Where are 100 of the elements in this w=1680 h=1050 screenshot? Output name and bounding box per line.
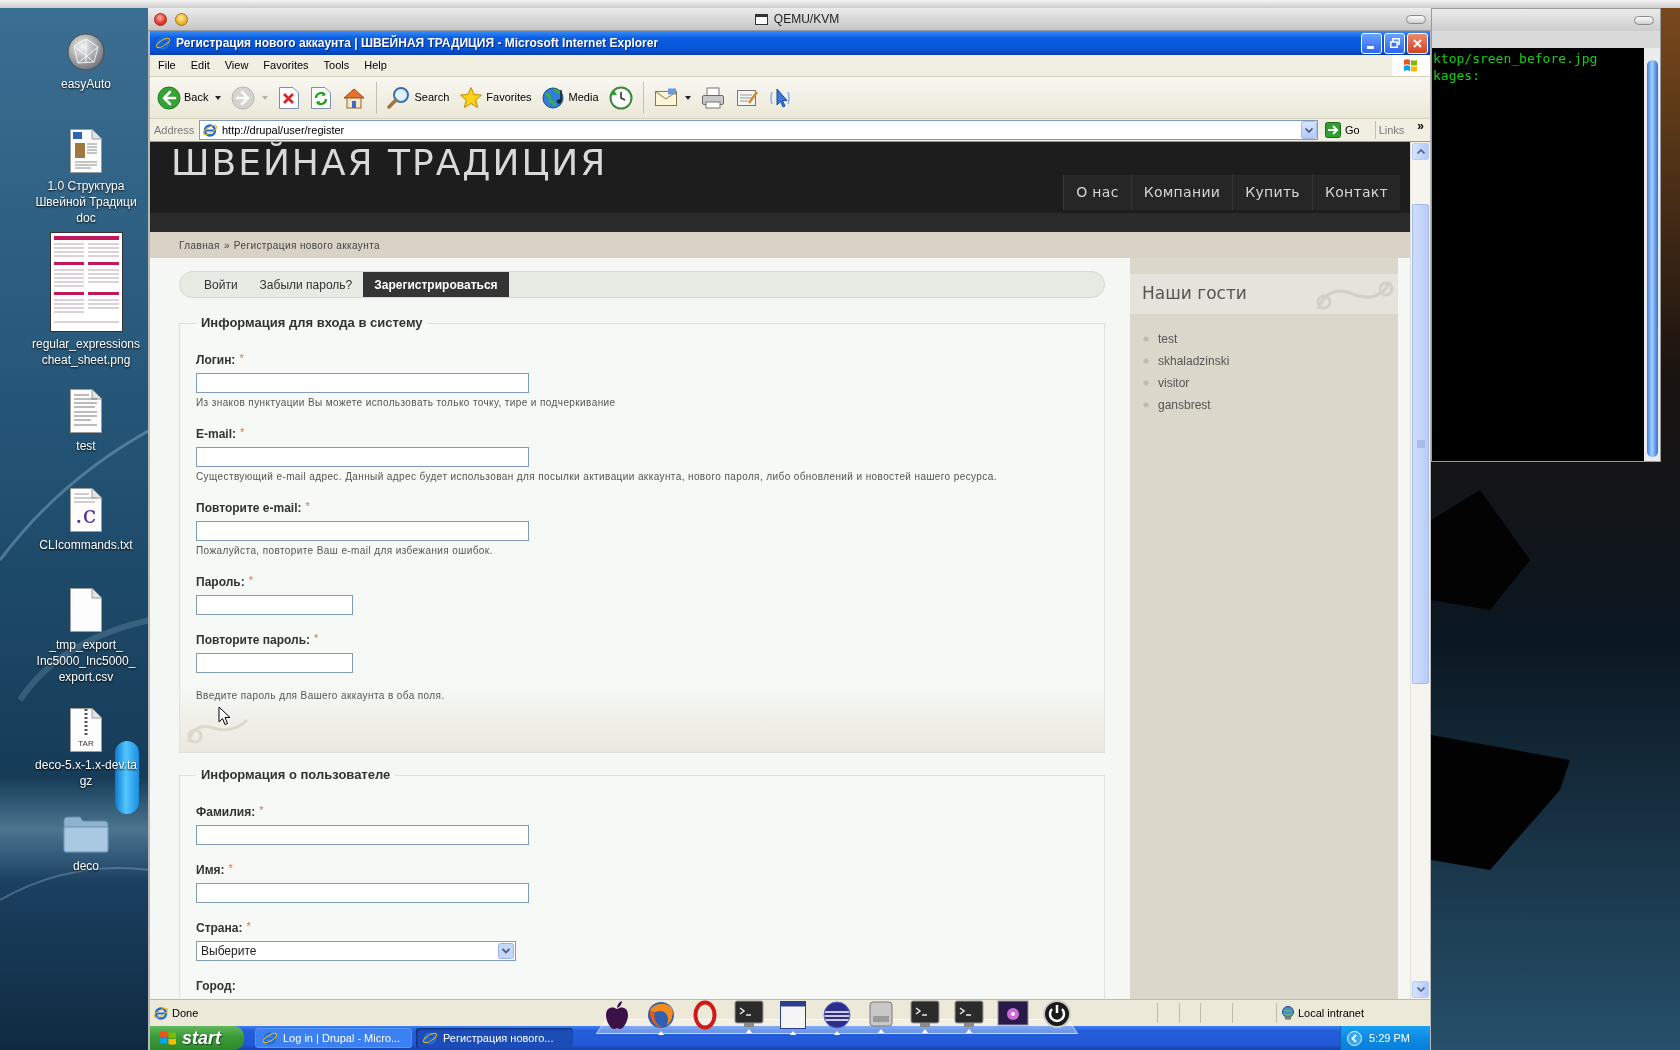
text-field[interactable]	[196, 373, 529, 393]
window-icon[interactable]	[778, 1000, 808, 1030]
tab[interactable]: Войти	[193, 272, 249, 297]
window-title: QEMU/KVM	[773, 11, 840, 28]
taskbar-button[interactable]: Log in | Drupal - Micro...	[255, 1028, 412, 1048]
user-link[interactable]: test	[1158, 330, 1178, 348]
close-button[interactable]	[154, 12, 167, 26]
status-text: Done	[172, 1005, 199, 1021]
menu-item[interactable]: Edit	[190, 57, 210, 74]
field-label: Имя:	[196, 862, 225, 878]
chevron-left-icon[interactable]	[1347, 1030, 1362, 1046]
field-label: Город:	[196, 978, 236, 994]
menu-item[interactable]: Tools	[323, 57, 350, 74]
field-label: Повторите пароль:	[196, 632, 311, 648]
menu-item[interactable]: File	[158, 57, 176, 74]
restore-icon	[1389, 38, 1400, 48]
flag-icon	[159, 1030, 177, 1046]
terminal-icon[interactable]	[910, 1000, 940, 1028]
user-link[interactable]: skhaladzinski	[1158, 352, 1230, 370]
go-button[interactable]: Go	[1325, 120, 1360, 140]
breadcrumb-separator: »	[223, 238, 230, 253]
folder-icon[interactable]	[62, 814, 110, 854]
blank-file-icon[interactable]	[69, 587, 103, 633]
browser-icon	[202, 122, 218, 138]
image-thumbnail[interactable]	[49, 232, 123, 332]
apple-icon[interactable]	[603, 1000, 631, 1030]
menu-item[interactable]: View	[224, 57, 249, 74]
favorites-button[interactable]: Favorites	[456, 79, 535, 116]
nav-link[interactable]: О нас	[1063, 175, 1131, 210]
drive-icon[interactable]	[866, 1000, 896, 1028]
scrollbar-thumb[interactable]	[1646, 60, 1658, 457]
select-field[interactable]: Выберите	[196, 941, 516, 961]
icon-label[interactable]: _tmp_export_ Inc5000_Inc5000_ export.csv	[36, 637, 136, 685]
password-field[interactable]	[196, 653, 353, 673]
refresh-icon	[310, 85, 333, 110]
text-field[interactable]	[196, 883, 529, 903]
scrollbar-thumb[interactable]	[1412, 204, 1429, 684]
terminal-line: ktop/sreen_before.jpg	[1433, 50, 1599, 67]
bullet-icon	[1143, 358, 1149, 364]
envelope-icon	[653, 87, 678, 108]
breadcrumb-link[interactable]: Главная	[179, 237, 220, 253]
tab[interactable]: Зарегистрироваться	[363, 272, 509, 297]
icon-label[interactable]: deco	[73, 858, 99, 874]
field-label: Страна:	[196, 920, 243, 936]
block-title: Наши гости	[1142, 282, 1247, 306]
document-icon[interactable]	[69, 128, 103, 174]
minimize-icon	[1366, 45, 1374, 49]
field-description: Из знаков пунктуации Вы можете использовать только точку, тире и подчеркивание	[196, 397, 617, 409]
taskbar-button[interactable]: Регистрация нового...	[416, 1028, 573, 1048]
user-link[interactable]: gansbrest	[1158, 396, 1211, 414]
address-dropdown-button[interactable]	[1301, 121, 1317, 139]
picture-icon[interactable]	[997, 1000, 1029, 1026]
address-field[interactable]: http://drupal/user/register	[199, 120, 1318, 140]
close-icon	[1413, 38, 1422, 48]
icon-label[interactable]: 1.0 Структура Швейной Традици doc	[35, 178, 137, 226]
scrollbar[interactable]	[1410, 142, 1430, 999]
text-field[interactable]	[196, 447, 529, 467]
user-link[interactable]: visitor	[1158, 374, 1190, 392]
restore-button[interactable]	[1384, 32, 1405, 54]
nav-link[interactable]: Компании	[1130, 175, 1233, 210]
toolbar-toggle-button[interactable]	[1406, 14, 1426, 24]
terminal-line: kages:	[1433, 67, 1481, 84]
search-button[interactable]: Search	[384, 79, 453, 116]
sphere-icon[interactable]	[822, 1000, 852, 1030]
toolbar-toggle-button[interactable]	[1634, 15, 1654, 25]
icon-label[interactable]: easyAuto	[60, 76, 111, 92]
back-button[interactable]: Back	[154, 79, 225, 116]
text-field[interactable]	[196, 521, 529, 541]
required-asterisk: *	[228, 862, 233, 874]
tab[interactable]: Забыли пароль?	[248, 272, 364, 297]
terminal-icon[interactable]	[954, 1000, 984, 1028]
nav-link[interactable]: Купить	[1232, 175, 1312, 210]
terminal-icon[interactable]	[734, 1000, 764, 1028]
field-label: Пароль:	[196, 574, 245, 590]
ring-icon[interactable]	[693, 1000, 717, 1030]
code-file-icon[interactable]: .c	[69, 487, 103, 533]
globe-icon[interactable]	[646, 1000, 676, 1030]
scrollbar[interactable]	[1644, 48, 1660, 461]
icon-label[interactable]: regular_expressions cheat_sheet.png	[31, 336, 141, 368]
text-field[interactable]	[196, 825, 529, 845]
icon-label[interactable]: CLIcommands.txt	[39, 537, 133, 553]
archive-file-icon[interactable]: TAR	[69, 707, 103, 753]
icon-label[interactable]: test	[76, 438, 96, 454]
site-logo[interactable]: ШВЕЙНАЯ ТРАДИЦИЯ	[171, 142, 608, 184]
nav-link[interactable]: Контакт	[1311, 175, 1400, 210]
scroll-up-button[interactable]	[1412, 143, 1429, 160]
browser-icon	[153, 1005, 169, 1021]
links-label: Links	[1378, 122, 1405, 138]
disk-icon[interactable]	[67, 32, 105, 72]
start-button[interactable]: start	[150, 1026, 244, 1050]
clock: 5:29 PM	[1369, 1030, 1410, 1046]
required-asterisk: *	[248, 574, 253, 586]
more-links-button[interactable]: »	[1417, 120, 1424, 132]
scroll-down-button[interactable]	[1412, 981, 1429, 998]
password-field[interactable]	[196, 595, 353, 615]
menu-item[interactable]: Favorites	[263, 57, 309, 74]
text-file-icon[interactable]	[69, 388, 103, 434]
minimize-button[interactable]	[175, 12, 188, 26]
media-button[interactable]: Media	[538, 79, 602, 116]
menu-item[interactable]: Help	[364, 57, 387, 74]
